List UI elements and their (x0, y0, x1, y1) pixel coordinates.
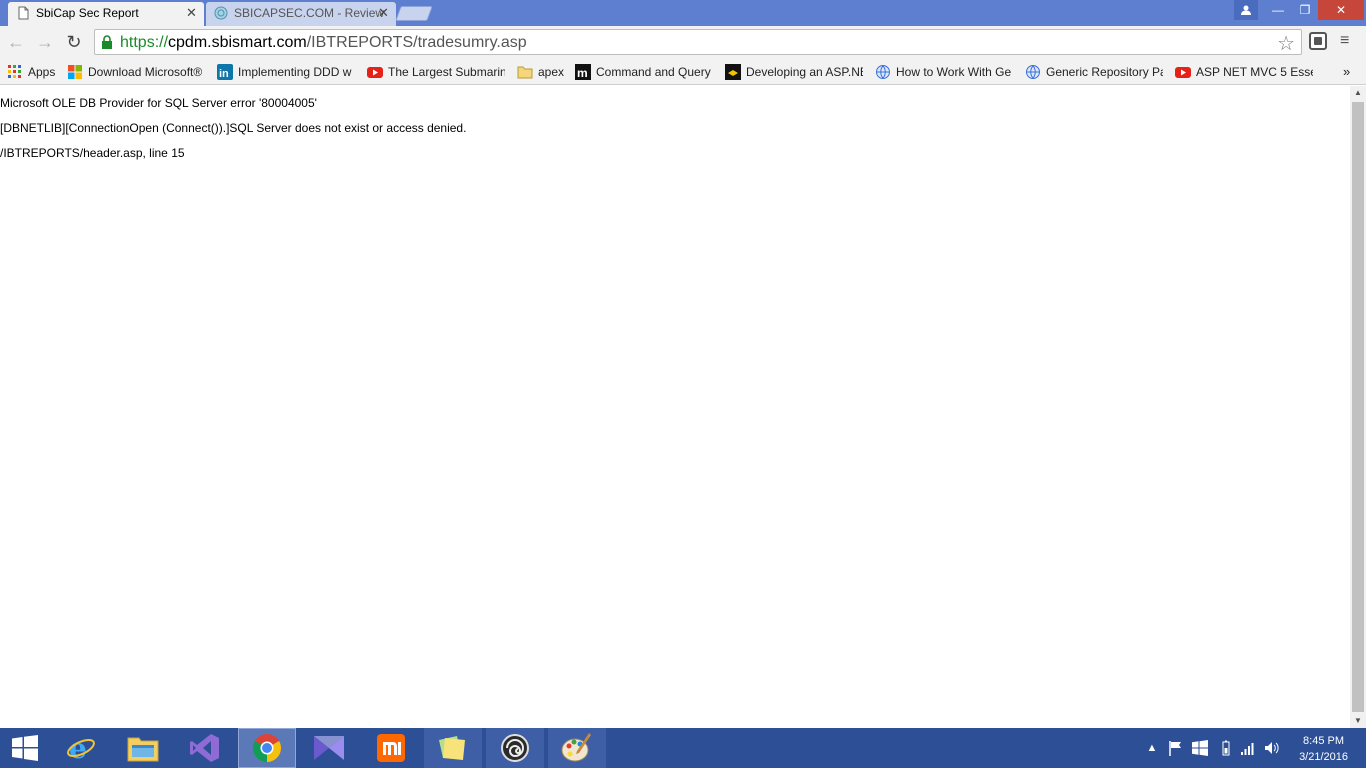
reload-button[interactable]: ↻ (63, 31, 85, 53)
page-icon (18, 6, 29, 20)
taskbar-visual-studio-blend[interactable] (300, 728, 358, 768)
bookmark-developing-asp-net[interactable]: Developing an ASP.NE (725, 63, 863, 81)
taskbar-visual-studio[interactable] (176, 728, 234, 768)
folder-icon (517, 66, 533, 79)
taskbar-internet-explorer[interactable]: e (52, 728, 110, 768)
app-spiral-icon (501, 734, 529, 762)
sticky-notes-icon (439, 736, 465, 760)
taskbar-spiral-app[interactable] (486, 728, 544, 768)
linkedin-icon: in (217, 64, 233, 80)
taskbar-sticky-notes[interactable] (424, 728, 482, 768)
browser-tab-strip: SbiCap Sec Report ✕ SBICAPSEC.COM - Revi… (0, 0, 1366, 26)
profile-icon[interactable] (1234, 0, 1258, 20)
lock-icon (102, 35, 112, 49)
scroll-down-arrow-icon[interactable]: ▼ (1350, 714, 1366, 728)
youtube-icon (1175, 67, 1191, 78)
windows-start-icon (12, 735, 38, 761)
taskbar-paint[interactable] (548, 728, 606, 768)
internet-explorer-icon: e (67, 733, 95, 763)
scroll-up-arrow-icon[interactable]: ▲ (1350, 86, 1366, 100)
windows-flag-icon[interactable] (1192, 740, 1208, 756)
bookmark-how-to-work-with[interactable]: How to Work With Ge (875, 63, 1013, 81)
bookmark-implementing-ddd[interactable]: in Implementing DDD w (217, 63, 355, 81)
forward-button[interactable]: → (34, 31, 56, 53)
menu-icon[interactable]: ≡ (1340, 32, 1349, 50)
extension-icon[interactable] (1309, 32, 1327, 50)
chrome-icon (253, 734, 281, 762)
system-clock[interactable]: 8:45 PM 3/21/2016 (1299, 733, 1348, 765)
taskbar-file-explorer[interactable] (114, 728, 172, 768)
back-button[interactable]: ← (5, 31, 27, 53)
windows-taskbar: e ▲ 8:45 PM 3/21/2016 (0, 728, 1366, 768)
globe-icon (876, 65, 890, 79)
microsoft-icon (68, 65, 82, 79)
globe-icon (1026, 65, 1040, 79)
bookmark-asp-net-mvc-5[interactable]: ASP NET MVC 5 Essen (1175, 63, 1313, 81)
visual-studio-icon (190, 734, 219, 762)
taskbar-mi[interactable] (362, 728, 420, 768)
clock-date: 3/21/2016 (1299, 751, 1348, 763)
mi-icon (377, 734, 405, 762)
volume-icon[interactable] (1264, 740, 1280, 756)
paint-icon (561, 733, 591, 762)
file-explorer-icon (127, 737, 159, 762)
minimize-button[interactable]: — (1264, 0, 1292, 20)
taskbar-chrome[interactable] (238, 728, 296, 768)
tab-sbicap-sec-report[interactable]: SbiCap Sec Report ✕ (8, 2, 204, 26)
tab-sbicapsec-review[interactable]: SBICAPSEC.COM - Review ✕ (206, 2, 396, 26)
bookmark-download-microsoft[interactable]: Download Microsoft® (67, 63, 205, 81)
bookmark-apps[interactable]: Apps (7, 63, 59, 81)
svg-text:m: m (577, 66, 588, 80)
address-bar[interactable]: https://cpdm.sbismart.com/IBTREPORTS/tra… (94, 29, 1302, 55)
action-center-flag-icon[interactable] (1168, 740, 1184, 756)
svg-text:in: in (219, 68, 229, 80)
signal-strength-icon[interactable] (1240, 740, 1256, 756)
restore-button[interactable]: ❐ (1292, 0, 1318, 20)
error-location: /IBTREPORTS/header.asp, line 15 (0, 146, 185, 160)
battery-icon[interactable] (1218, 740, 1234, 756)
scroll-thumb[interactable] (1352, 102, 1364, 712)
close-tab-icon[interactable]: ✕ (186, 2, 197, 24)
bookmark-largest-submarine[interactable]: The Largest Submarin (367, 63, 505, 81)
start-button[interactable] (0, 728, 50, 768)
apps-grid-icon (8, 65, 21, 78)
new-tab-button[interactable] (395, 6, 433, 21)
youtube-icon (367, 67, 383, 78)
bookmarks-bar: Apps Download Microsoft® in Implementing… (0, 59, 1366, 85)
tab-title: SbiCap Sec Report (36, 6, 139, 20)
clock-time: 8:45 PM (1303, 735, 1345, 747)
bookmark-apex[interactable]: apex (517, 63, 567, 81)
bookmark-generic-repository[interactable]: Generic Repository Pa (1025, 63, 1163, 81)
site-icon (725, 64, 741, 80)
close-window-button[interactable]: ✕ (1318, 0, 1364, 20)
medium-icon: m (575, 64, 591, 80)
close-tab-icon[interactable]: ✕ (378, 2, 389, 24)
globe-icon (214, 6, 228, 20)
show-hidden-icons-chevron-icon[interactable]: ▲ (1144, 740, 1160, 756)
bookmark-star-icon[interactable]: ☆ (1277, 31, 1295, 56)
browser-toolbar: ← → ↻ https://cpdm.sbismart.com/IBTREPOR… (0, 26, 1366, 59)
error-title: Microsoft OLE DB Provider for SQL Server… (0, 96, 317, 110)
error-message: [DBNETLIB][ConnectionOpen (Connect()).]S… (0, 121, 467, 135)
page-content: Microsoft OLE DB Provider for SQL Server… (0, 86, 1350, 728)
tab-title: SBICAPSEC.COM - Review (234, 6, 385, 20)
vertical-scrollbar[interactable]: ▲ ▼ (1350, 86, 1366, 728)
url-text: https://cpdm.sbismart.com/IBTREPORTS/tra… (120, 34, 527, 51)
bookmark-command-and-query[interactable]: m Command and Query (575, 63, 713, 81)
bookmarks-overflow-chevron-icon[interactable]: » (1343, 63, 1359, 81)
visual-studio-blend-icon (314, 736, 344, 760)
